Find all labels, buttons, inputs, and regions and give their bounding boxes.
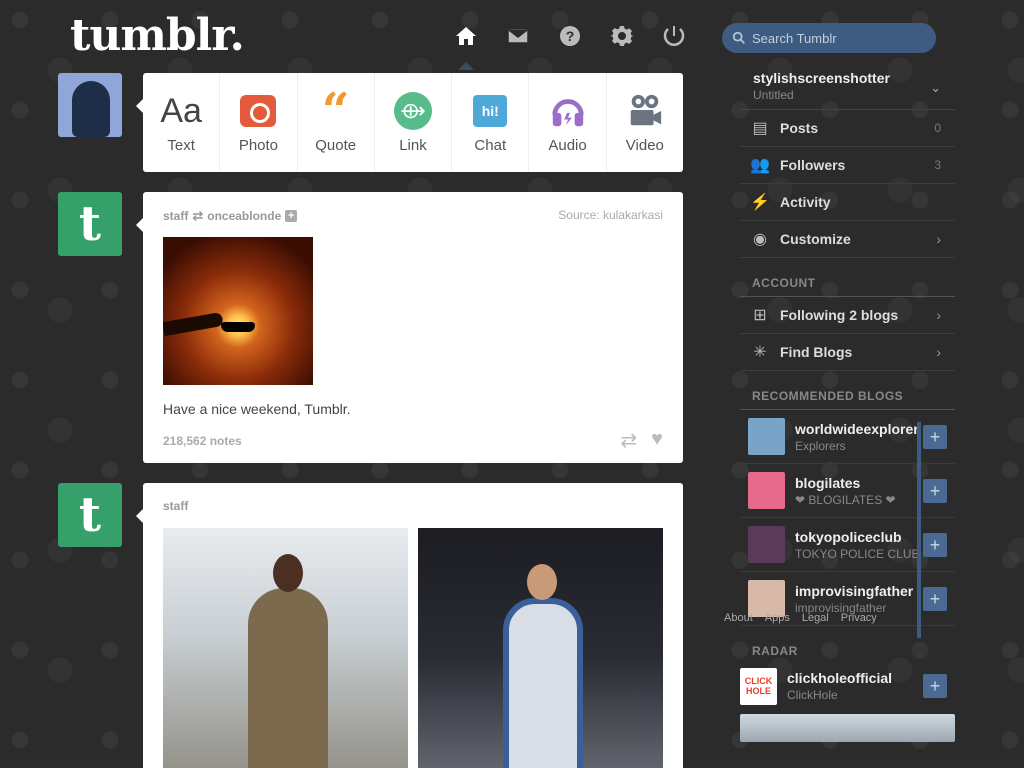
followers-icon: 👥 xyxy=(750,157,770,174)
follow-button[interactable]: + xyxy=(923,425,947,449)
power-icon[interactable] xyxy=(660,22,688,50)
tumblr-logo[interactable]: tumblr. xyxy=(70,10,245,61)
radar-post-image[interactable] xyxy=(740,714,955,742)
account-heading: ACCOUNT xyxy=(740,258,955,297)
search-bar[interactable] xyxy=(722,23,936,53)
camera-icon xyxy=(240,95,277,127)
chevron-right-icon: › xyxy=(936,231,941,247)
post-photo[interactable] xyxy=(163,528,408,768)
follow-button[interactable]: + xyxy=(923,674,947,698)
post-notes[interactable]: 218,562 notes xyxy=(163,434,242,448)
search-icon xyxy=(732,31,745,44)
following-icon: ⊞ xyxy=(753,307,767,324)
post-header: staff xyxy=(163,499,188,513)
follow-button[interactable]: + xyxy=(923,479,947,503)
sidebar: stylishscreenshotter Untitled ⌄ ▤ Posts … xyxy=(740,66,955,742)
sidebar-item-posts[interactable]: ▤ Posts 0 xyxy=(740,110,955,147)
radar-heading: RADAR xyxy=(752,644,798,658)
recommended-scrollbar[interactable] xyxy=(917,422,921,638)
footer-links: About Apps Legal Privacy xyxy=(724,612,877,624)
post-caption: Have a nice weekend, Tumblr. xyxy=(163,401,351,417)
blog-switcher[interactable]: stylishscreenshotter Untitled ⌄ xyxy=(740,66,955,110)
new-photo-post-button[interactable]: Photo xyxy=(220,73,298,172)
video-camera-icon xyxy=(625,91,665,131)
reblogged-from[interactable]: onceablonde xyxy=(207,209,281,223)
search-input[interactable] xyxy=(752,30,922,46)
footer-link-privacy[interactable]: Privacy xyxy=(841,612,877,624)
new-link-post-button[interactable]: ⟴ Link xyxy=(375,73,453,172)
clickhole-logo: CLICK HOLE xyxy=(740,667,777,705)
new-chat-post-button[interactable]: hi! Chat xyxy=(452,73,530,172)
post-card: staff xyxy=(136,483,683,768)
eye-icon: ◉ xyxy=(753,231,767,248)
new-audio-post-button[interactable]: Audio xyxy=(529,73,607,172)
staff-avatar[interactable]: t xyxy=(58,483,122,547)
user-avatar[interactable] xyxy=(58,73,122,137)
sidebar-item-following[interactable]: ⊞ Following 2 blogs › xyxy=(740,297,955,334)
post-author[interactable]: staff xyxy=(163,499,188,513)
like-button[interactable]: ♥ xyxy=(651,428,663,453)
footer-link-apps[interactable]: Apps xyxy=(765,612,790,624)
recommended-blog[interactable]: blogilates ❤ BLOGILATES ❤ + xyxy=(740,464,955,518)
staff-avatar[interactable]: t xyxy=(58,192,122,256)
chevron-right-icon: › xyxy=(936,344,941,360)
activity-icon: ⚡ xyxy=(750,194,770,211)
new-video-post-button[interactable]: Video xyxy=(607,73,683,172)
post-composer: Aa Text Photo “ Quote ⟴ Link hi! Chat Au… xyxy=(136,73,683,172)
chat-icon: hi! xyxy=(473,95,508,127)
sidebar-item-activity[interactable]: ⚡ Activity xyxy=(740,184,955,221)
chevron-down-icon: ⌄ xyxy=(930,80,941,95)
svg-text:?: ? xyxy=(566,28,575,44)
headphones-icon xyxy=(548,91,588,131)
post-actions: ⇄ ♥ xyxy=(620,428,663,453)
blog-avatar xyxy=(748,418,785,455)
text-icon: Aa xyxy=(160,91,202,130)
new-text-post-button[interactable]: Aa Text xyxy=(143,73,221,172)
recommended-heading: RECOMMENDED BLOGS xyxy=(740,371,955,410)
follow-button[interactable]: + xyxy=(923,533,947,557)
link-icon: ⟴ xyxy=(393,92,432,130)
sidebar-item-customize[interactable]: ◉ Customize › xyxy=(740,221,955,258)
posts-icon: ▤ xyxy=(752,120,768,137)
post-header: staff ⇄ onceablonde + xyxy=(163,208,298,224)
radar-blog[interactable]: CLICK HOLE clickholeofficial ClickHole + xyxy=(740,664,955,708)
quote-icon: “ xyxy=(321,83,350,139)
sidebar-item-find-blogs[interactable]: ✳ Find Blogs › xyxy=(740,334,955,371)
sidebar-item-followers[interactable]: 👥 Followers 3 xyxy=(740,147,955,184)
post-photo[interactable] xyxy=(163,237,313,385)
footer-link-about[interactable]: About xyxy=(724,612,753,624)
reblog-button[interactable]: ⇄ xyxy=(620,428,637,453)
top-navigation: ? xyxy=(452,22,688,50)
post-source[interactable]: Source: kulakarkasi xyxy=(558,208,663,222)
post-photo[interactable] xyxy=(418,528,663,768)
home-indicator xyxy=(458,62,474,70)
help-icon[interactable]: ? xyxy=(556,22,584,50)
recommended-blog[interactable]: tokyopoliceclub TOKYO POLICE CLUB + xyxy=(740,518,955,572)
mail-icon[interactable] xyxy=(504,22,532,50)
find-blogs-icon: ✳ xyxy=(753,344,767,361)
follow-button[interactable]: + xyxy=(923,587,947,611)
recommended-blog[interactable]: worldwideexplorers Explorers + xyxy=(740,410,955,464)
footer-link-legal[interactable]: Legal xyxy=(802,612,829,624)
blog-avatar xyxy=(748,526,785,563)
follow-plus-icon[interactable]: + xyxy=(285,210,298,222)
gear-icon[interactable] xyxy=(608,22,636,50)
new-quote-post-button[interactable]: “ Quote xyxy=(298,73,375,172)
chevron-right-icon: › xyxy=(936,307,941,323)
post-card: staff ⇄ onceablonde + Source: kulakarkas… xyxy=(136,192,683,463)
reblog-icon: ⇄ xyxy=(192,208,204,223)
post-author[interactable]: staff xyxy=(163,209,188,223)
blog-avatar xyxy=(748,472,785,509)
home-icon[interactable] xyxy=(452,22,480,50)
